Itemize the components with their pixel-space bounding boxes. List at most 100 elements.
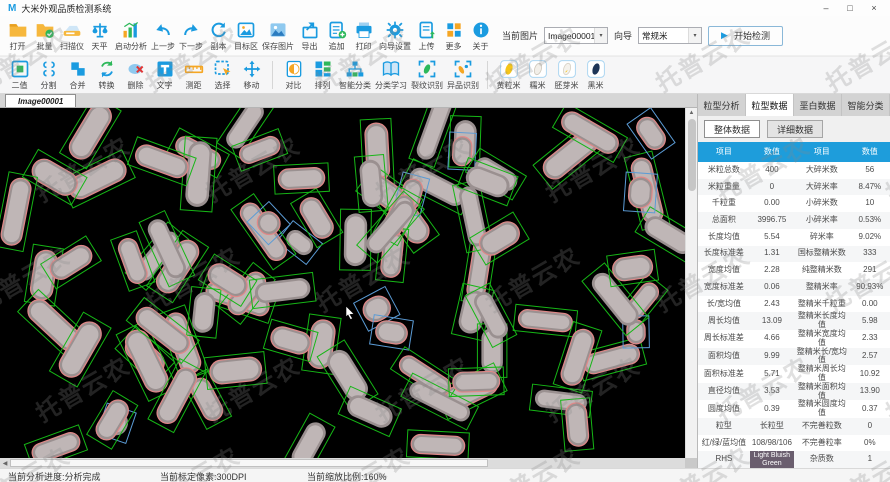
toolbar-button-convert[interactable]: 转换 bbox=[92, 58, 121, 92]
toolbar-button-classify-learning[interactable]: 分类学习 bbox=[373, 58, 409, 92]
table-value: 2.43 bbox=[764, 298, 780, 308]
toolbar-button-black-rice[interactable]: 黑米 bbox=[581, 58, 610, 92]
toolbar-button-more[interactable]: 更多 bbox=[440, 19, 467, 53]
table-item: 总面积 bbox=[711, 215, 736, 225]
horizontal-scrollbar[interactable]: ◀ bbox=[0, 458, 685, 468]
save-image-label: 保存图片 bbox=[262, 41, 294, 51]
scroll-left-icon[interactable]: ◀ bbox=[0, 460, 10, 467]
toolbar-button-about[interactable]: 关于 bbox=[467, 19, 494, 53]
toolbar-button-foreign-recognition[interactable]: 异品识别 bbox=[445, 58, 481, 92]
foreign-recognition-icon bbox=[453, 59, 473, 79]
toolbar-button-glutinous-rice[interactable]: 糯米 bbox=[523, 58, 552, 92]
table-value: 10.92 bbox=[859, 368, 880, 378]
current-image-select[interactable]: Image00001 ▾ bbox=[544, 27, 609, 44]
tab-grain-analysis[interactable]: 粒型分析 bbox=[698, 94, 746, 116]
table-row: 直径均值 3.53 整精米面积均值 13.90 bbox=[698, 382, 890, 401]
toolbar-button-scanner[interactable]: 扫描仪 bbox=[58, 19, 86, 53]
horizontal-scroll-thumb[interactable] bbox=[10, 459, 488, 467]
toolbar-button-wizard-settings[interactable]: 向导设置 bbox=[377, 19, 413, 53]
toolbar-button-crack-recognition[interactable]: 裂纹识别 bbox=[409, 58, 445, 92]
toolbar-right-controls: 当前图片 Image00001 ▾ 向导 常规米 ▾ ▶ 开始检测 bbox=[502, 25, 783, 46]
toolbar-button-previous-step[interactable]: 上一步 bbox=[149, 19, 177, 53]
toolbar-button-split[interactable]: 分割 bbox=[34, 58, 63, 92]
toolbar-button-smart-classify[interactable]: 智能分类 bbox=[337, 58, 373, 92]
table-row: 周长均值 13.09 整精米长度均值 5.98 bbox=[698, 312, 890, 330]
toolbar-button-next-step[interactable]: 下一步 bbox=[177, 19, 205, 53]
minimize-button[interactable]: – bbox=[814, 1, 838, 15]
table-item: 周长标准差 bbox=[703, 333, 744, 343]
previous-step-icon bbox=[153, 20, 173, 40]
about-label: 关于 bbox=[472, 41, 489, 51]
vertical-scrollbar[interactable]: ▲ bbox=[685, 108, 697, 458]
toolbar-button-balance[interactable]: 天平 bbox=[86, 19, 113, 53]
table-item: 长度均值 bbox=[707, 231, 740, 241]
detailed-data-button[interactable]: 详细数据 bbox=[767, 120, 823, 138]
smart-classify-icon bbox=[345, 59, 365, 79]
table-value: 0 bbox=[867, 420, 873, 430]
toolbar-button-binary[interactable]: 二值 bbox=[5, 58, 34, 92]
print-label: 打印 bbox=[355, 41, 372, 51]
toolbar-button-batch[interactable]: 批量 bbox=[31, 19, 58, 53]
maximize-button[interactable]: □ bbox=[838, 1, 862, 15]
toolbar-button-compare[interactable]: 对比 bbox=[279, 58, 308, 92]
toolbar-button-duplicate[interactable]: 副本 bbox=[205, 19, 232, 53]
toolbar-button-open[interactable]: 打开 bbox=[4, 19, 31, 53]
scroll-up-icon[interactable]: ▲ bbox=[689, 108, 695, 118]
tab-grain-data[interactable]: 粒型数据 bbox=[746, 94, 794, 116]
table-header: 项目 数值 项目 数值 bbox=[698, 142, 890, 162]
table-value: 13.90 bbox=[859, 386, 880, 396]
table-item: 整精米长度均值 bbox=[797, 311, 846, 330]
table-value: 0.39 bbox=[764, 403, 780, 413]
table-value: 56 bbox=[865, 164, 875, 174]
table-item: 纯整精米数 bbox=[801, 265, 842, 275]
table-value: 0.06 bbox=[764, 281, 780, 291]
start-detection-button[interactable]: ▶ 开始检测 bbox=[708, 25, 783, 46]
toolbar-button-germ-rice[interactable]: 胚芽米 bbox=[552, 58, 581, 92]
toolbar-button-arrange[interactable]: 排列 bbox=[308, 58, 337, 92]
foreign-recognition-label: 异品识别 bbox=[447, 81, 479, 90]
close-button[interactable]: × bbox=[862, 1, 886, 15]
toolbar-button-select[interactable]: 选择 bbox=[208, 58, 237, 92]
more-icon bbox=[444, 20, 464, 40]
table-item: 长度标准差 bbox=[703, 248, 744, 258]
toolbar-button-start-analysis[interactable]: 启动分析 bbox=[113, 19, 149, 53]
toolbar-button-delete[interactable]: 删除 bbox=[121, 58, 150, 92]
toolbar-button-export[interactable]: 导出 bbox=[296, 19, 323, 53]
toolbar-button-move[interactable]: 移动 bbox=[237, 58, 266, 92]
table-item: 长/宽均值 bbox=[706, 298, 742, 308]
toolbar-button-yellow-rice[interactable]: 黄粒米 bbox=[494, 58, 523, 92]
table-value: 3.53 bbox=[764, 386, 780, 396]
black-rice-label: 黑米 bbox=[587, 81, 604, 90]
toolbar-button-append[interactable]: 追加 bbox=[323, 19, 350, 53]
image-tab[interactable]: Image00001 bbox=[5, 94, 77, 107]
previous-step-label: 上一步 bbox=[151, 41, 175, 51]
binary-label: 二值 bbox=[11, 81, 28, 90]
scanner-icon bbox=[62, 20, 82, 40]
app-logo-icon: M bbox=[8, 2, 17, 14]
balance-icon bbox=[90, 20, 110, 40]
toolbar-button-upload[interactable]: 上传 bbox=[413, 19, 440, 53]
duplicate-icon bbox=[209, 20, 229, 40]
tab-chalky-data[interactable]: 垩白数据 bbox=[794, 94, 842, 116]
app-window: M 大米外观品质检测系统 – □ × 打开 批量 扫描仪 天平 启动分析 上一步 下一步 副本… bbox=[0, 0, 890, 482]
wizard-select[interactable]: 常规米 ▾ bbox=[638, 27, 703, 44]
toolbar-button-merge[interactable]: 合并 bbox=[63, 58, 92, 92]
toolbar-button-text[interactable]: 文字 bbox=[150, 58, 179, 92]
select-icon bbox=[213, 59, 233, 79]
table-row: 米粒重量 0 大碎米率 8.47% bbox=[698, 178, 890, 196]
table-value: 4.66 bbox=[764, 333, 780, 343]
table-item: 千粒重 bbox=[711, 198, 736, 208]
table-value: 10 bbox=[865, 198, 875, 208]
table-value: 0.00 bbox=[764, 198, 780, 208]
toolbar-button-target-area[interactable]: 目标区 bbox=[232, 19, 260, 53]
tab-smart-classify[interactable]: 智能分类 bbox=[842, 94, 890, 116]
titlebar: M 大米外观品质检测系统 – □ × bbox=[0, 0, 890, 16]
vertical-scroll-thumb[interactable] bbox=[687, 119, 696, 191]
overall-data-button[interactable]: 整体数据 bbox=[704, 120, 760, 138]
toolbar-button-save-image[interactable]: 保存图片 bbox=[260, 19, 296, 53]
table-row: 红/绿/蓝均值 108/98/106 不完善粒率 0% bbox=[698, 434, 890, 452]
toolbar-button-print[interactable]: 打印 bbox=[350, 19, 377, 53]
table-item: 圆度均值 bbox=[707, 403, 740, 413]
rice-canvas[interactable] bbox=[0, 108, 685, 458]
toolbar-button-measure-distance[interactable]: 测距 bbox=[179, 58, 208, 92]
